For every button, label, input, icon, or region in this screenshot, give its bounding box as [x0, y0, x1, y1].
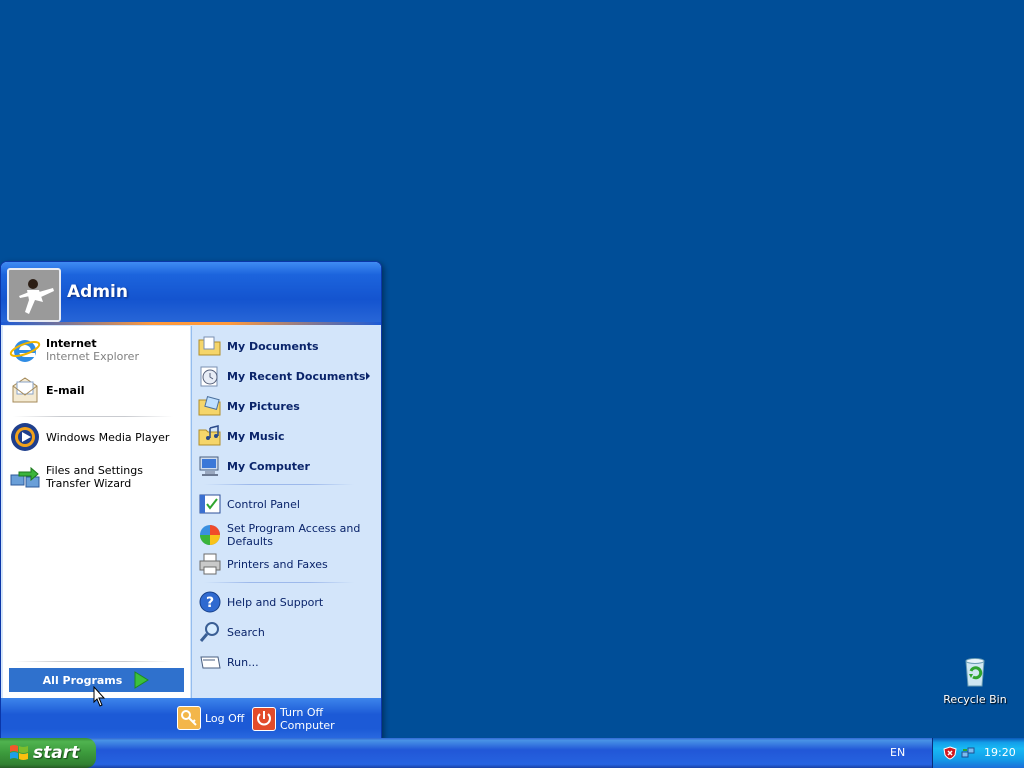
turn-off-button[interactable]: Turn Off Computer — [252, 706, 381, 732]
tool-search-label: Search — [227, 625, 265, 639]
right-separator-2 — [204, 582, 354, 583]
email-icon — [9, 374, 41, 406]
place-my-recent-documents[interactable]: My Recent Documents — [198, 364, 374, 388]
place-my-computer[interactable]: My Computer — [198, 454, 374, 478]
documents-folder-icon — [198, 334, 222, 358]
desktop-icon-recycle-bin[interactable]: Recycle Bin — [940, 655, 1010, 706]
right-separator-1 — [204, 484, 354, 485]
recent-media-player-label: Windows Media Player — [46, 430, 170, 444]
start-menu-left-pane: Internet Internet Explorer E-mail Window… — [3, 326, 190, 698]
left-separator — [13, 416, 173, 417]
pinned-email[interactable]: E-mail — [9, 374, 185, 406]
windows-logo-icon — [9, 743, 29, 763]
tool-help-support[interactable]: ? Help and Support — [198, 590, 374, 614]
program-access-icon — [198, 523, 222, 547]
place-my-pictures[interactable]: My Pictures — [198, 394, 374, 418]
language-indicator[interactable]: EN — [890, 746, 905, 759]
media-player-icon — [9, 421, 41, 453]
desktop-icon-label: Recycle Bin — [943, 693, 1007, 706]
user-name: Admin — [67, 282, 128, 302]
network-icon[interactable] — [961, 745, 975, 759]
start-menu-footer: Log Off Turn Off Computer — [1, 698, 381, 739]
run-icon — [198, 650, 222, 674]
control-panel-icon — [198, 492, 222, 516]
svg-text:?: ? — [206, 595, 214, 611]
internet-explorer-icon — [9, 334, 41, 366]
printer-icon — [198, 552, 222, 576]
setting-program-access-label: Set Program Access and Defaults — [227, 522, 361, 548]
place-my-documents-label: My Documents — [227, 339, 319, 353]
submenu-arrow-icon — [366, 372, 370, 380]
all-programs-separator — [13, 661, 173, 662]
tool-search[interactable]: Search — [198, 620, 374, 644]
start-menu-right-pane: My Documents My Recent Documents My Pict… — [191, 326, 380, 698]
all-programs-label: All Programs — [42, 673, 123, 687]
place-my-music-label: My Music — [227, 429, 285, 443]
tool-help-support-label: Help and Support — [227, 595, 324, 609]
transfer-wizard-icon — [9, 461, 41, 493]
pinned-internet-title: Internet — [46, 337, 97, 350]
setting-program-access[interactable]: Set Program Access and Defaults — [198, 522, 374, 548]
log-off-button[interactable]: Log Off — [177, 706, 244, 730]
clock[interactable]: 19:20 — [984, 746, 1016, 759]
green-arrow-icon — [132, 671, 150, 689]
pinned-internet-subtitle: Internet Explorer — [46, 350, 139, 363]
start-label: start — [33, 743, 80, 763]
music-folder-icon — [198, 424, 222, 448]
log-off-label: Log Off — [205, 711, 245, 725]
pinned-email-title: E-mail — [46, 383, 85, 397]
help-icon: ? — [198, 590, 222, 614]
taskbar: start EN 19:20 — [0, 738, 1024, 768]
setting-control-panel[interactable]: Control Panel — [198, 492, 374, 516]
mouse-cursor-icon — [93, 685, 106, 707]
pinned-internet[interactable]: Internet Internet Explorer — [9, 334, 185, 366]
recent-transfer-wizard[interactable]: Files and Settings Transfer Wizard — [9, 461, 185, 493]
setting-control-panel-label: Control Panel — [227, 497, 300, 511]
setting-printers-faxes[interactable]: Printers and Faxes — [198, 552, 374, 576]
place-my-pictures-label: My Pictures — [227, 399, 300, 413]
search-icon — [198, 620, 222, 644]
power-icon — [252, 707, 276, 731]
tool-run-label: Run... — [227, 655, 259, 669]
recycle-bin-icon — [958, 655, 992, 689]
place-my-documents[interactable]: My Documents — [198, 334, 374, 358]
system-tray: 19:20 — [932, 738, 1024, 768]
start-button[interactable]: start — [0, 738, 96, 768]
user-avatar[interactable] — [7, 268, 61, 322]
start-menu-header: Admin — [1, 262, 381, 325]
security-alert-icon[interactable] — [943, 745, 957, 760]
recent-transfer-wizard-label: Files and Settings Transfer Wizard — [46, 464, 143, 490]
recent-media-player[interactable]: Windows Media Player — [9, 421, 185, 453]
setting-printers-faxes-label: Printers and Faxes — [227, 557, 328, 571]
recent-documents-icon — [198, 364, 222, 388]
place-my-recent-documents-label: My Recent Documents — [227, 369, 366, 383]
key-icon — [177, 706, 201, 730]
place-my-computer-label: My Computer — [227, 459, 310, 473]
start-menu: Admin Internet Internet Explorer E-mail … — [0, 261, 382, 740]
pictures-folder-icon — [198, 394, 222, 418]
computer-icon — [198, 454, 222, 478]
tool-run[interactable]: Run... — [198, 650, 374, 674]
turn-off-label: Turn Off Computer — [280, 706, 335, 732]
place-my-music[interactable]: My Music — [198, 424, 374, 448]
